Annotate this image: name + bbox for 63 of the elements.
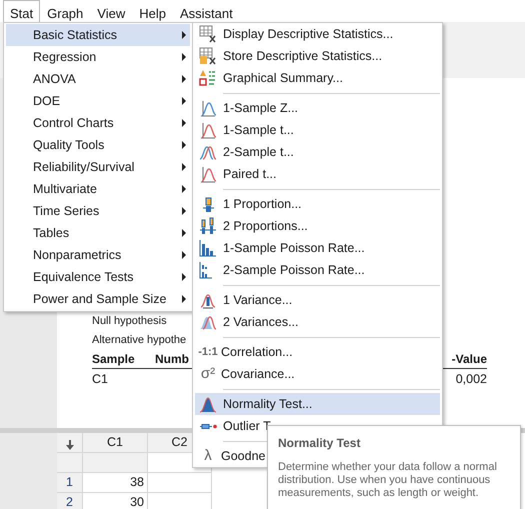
table-cell[interactable]: 38 <box>83 473 148 493</box>
menu-item[interactable]: σ² Covariance... <box>195 363 440 385</box>
table-cell-text: 0,002 <box>456 371 487 388</box>
bar-chart-icon <box>199 239 217 257</box>
menu-item[interactable]: 1 Variance... <box>195 289 440 311</box>
menu-item[interactable]: Multivariate <box>6 178 190 200</box>
menu-icon: σ² <box>195 362 221 386</box>
bar-chart-icon <box>199 217 217 235</box>
menu-item[interactable]: ANOVA <box>6 68 190 90</box>
menu-item[interactable]: Time Series <box>6 200 190 222</box>
column-name-cell[interactable] <box>83 453 148 473</box>
menu-item[interactable]: Paired t... <box>195 163 440 185</box>
menu-icon: -1:1 <box>195 344 221 360</box>
table-icon <box>199 47 217 65</box>
menu-item[interactable]: -1:1 Correlation... <box>195 341 440 363</box>
boxplot-icon <box>200 424 216 428</box>
menu-item[interactable]: Normality Test... <box>195 393 440 415</box>
menu-item[interactable]: Display Descriptive Statistics... <box>195 23 440 45</box>
bell-curve-icon <box>199 395 217 413</box>
menu-item[interactable]: Power and Sample Size <box>6 288 190 310</box>
menu-item[interactable]: Regression <box>6 46 190 68</box>
menu-item[interactable]: Quality Tools <box>6 134 190 156</box>
menu-item[interactable]: View <box>90 0 132 22</box>
menu-item[interactable]: Graphical Summary... <box>195 67 440 89</box>
menu-item[interactable]: 1-Sample Poisson Rate... <box>195 237 440 259</box>
menu-item[interactable]: Basic Statistics <box>6 24 190 46</box>
table-cell[interactable] <box>148 473 212 493</box>
menu-item[interactable]: Equivalence Tests <box>6 266 190 288</box>
bell-curve-icon <box>199 99 217 117</box>
menu-item[interactable]: Nonparametrics <box>6 244 190 266</box>
table-icon <box>199 25 217 43</box>
menu-item[interactable]: Stat <box>3 0 40 22</box>
menu-item[interactable]: 2-Sample Poisson Rate... <box>195 259 440 281</box>
tooltip-title: Normality Test <box>278 435 362 452</box>
menu-item[interactable]: Control Charts <box>6 112 190 134</box>
menu-item[interactable]: Assistant <box>172 0 240 22</box>
row-number: 2 <box>57 493 83 509</box>
menu-item[interactable]: 2 Variances... <box>195 311 440 333</box>
table-cell[interactable]: 30 <box>83 493 148 509</box>
down-arrow-icon[interactable] <box>66 440 74 450</box>
menu-item[interactable]: 1-Sample Z... <box>195 97 440 119</box>
bell-curve-icon <box>199 121 217 139</box>
menu-item[interactable]: 2 Proportions... <box>195 215 440 237</box>
column-header[interactable]: C1 <box>83 433 148 453</box>
column-header: -Value <box>452 351 487 368</box>
menu-item[interactable]: DOE <box>6 90 190 112</box>
menu-item[interactable]: Help <box>132 0 173 22</box>
menu-item[interactable]: 1-Sample t... <box>195 119 440 141</box>
menu-item[interactable]: Tables <box>6 222 190 244</box>
menu-item[interactable]: 1 Proportion... <box>195 193 440 215</box>
menu-item[interactable]: Reliability/Survival <box>6 156 190 178</box>
output-text: Null hypothesis <box>92 314 167 329</box>
menu-item[interactable]: Graph <box>40 0 90 22</box>
bell-curve-icon <box>199 165 217 183</box>
menu-item[interactable]: Store Descriptive Statistics... <box>195 45 440 67</box>
column-header: Sample <box>92 351 136 368</box>
output-text: Alternative hypothe <box>92 333 186 348</box>
chart-icon <box>199 69 217 87</box>
menu-item[interactable]: 2-Sample t... <box>195 141 440 163</box>
row-number: 1 <box>57 473 83 493</box>
table-cell-text: C1 <box>92 371 109 388</box>
column-header: Numb <box>155 352 189 366</box>
tooltip-text: Determine whether your data follow a normal distribution. Use when you have continuous measurements, such as length or weight. <box>278 461 498 500</box>
